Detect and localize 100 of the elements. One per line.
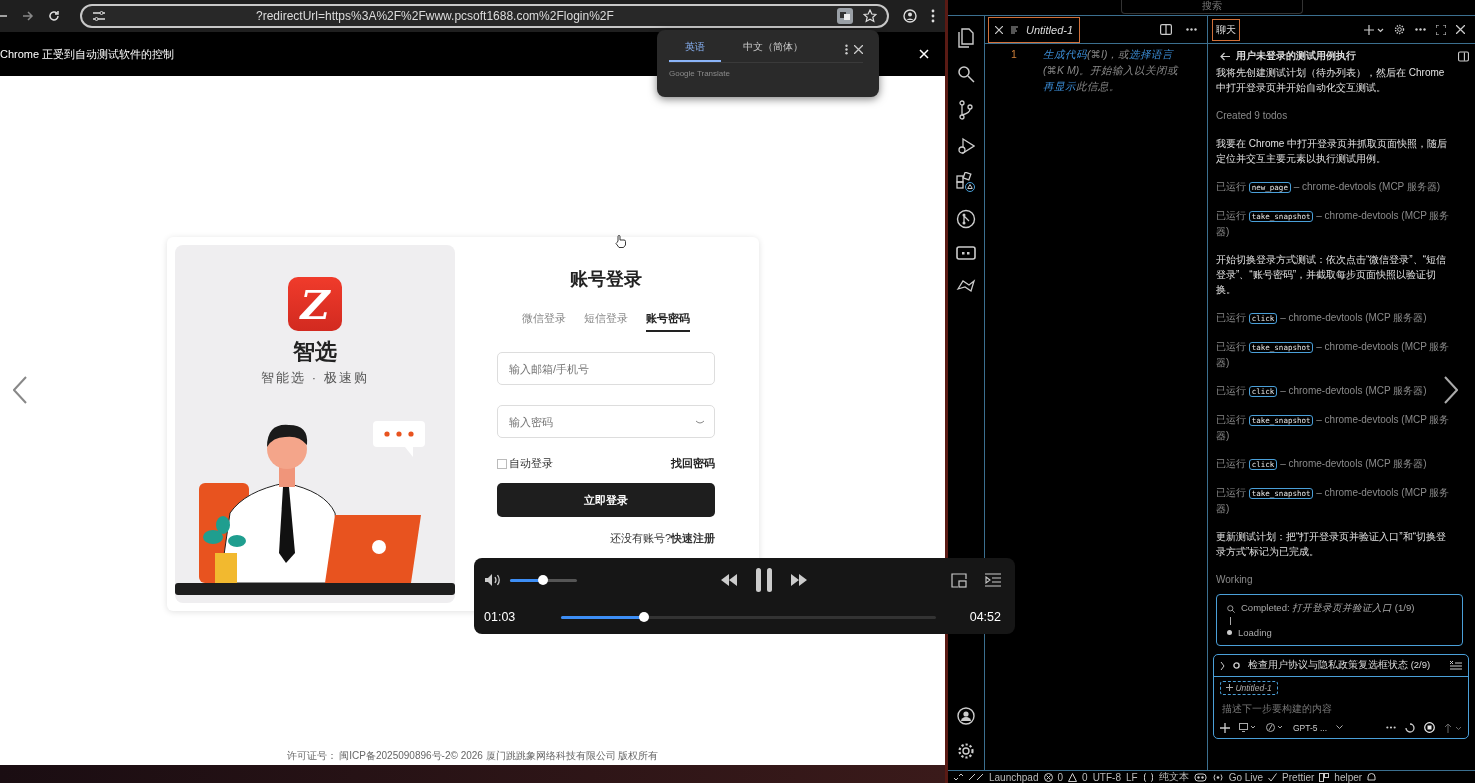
email-field[interactable]: 输入邮箱/手机号 xyxy=(497,352,715,385)
close-icon[interactable] xyxy=(1456,25,1465,34)
agent-mode-icon[interactable] xyxy=(1266,723,1284,732)
error-icon[interactable] xyxy=(1043,772,1053,782)
rewind-icon[interactable] xyxy=(721,574,737,586)
login-tab[interactable]: 账号密码 xyxy=(646,311,690,332)
automation-notice: Chrome 正受到自动测试软件的控制 xyxy=(0,46,175,62)
launchpad-status[interactable]: Launchpad xyxy=(989,771,1039,783)
chevron-down-icon[interactable] xyxy=(1336,725,1343,730)
plus-icon[interactable] xyxy=(1226,684,1233,691)
search-icon xyxy=(1227,604,1235,613)
elapsed-time: 01:03 xyxy=(484,610,516,624)
chat-input[interactable]: 描述下一步要构建的内容 xyxy=(1220,701,1466,716)
line-number: 1 xyxy=(1010,48,1018,62)
settings-icon[interactable] xyxy=(1394,24,1405,35)
clear-list-icon[interactable] xyxy=(1450,660,1462,671)
send-icon[interactable] xyxy=(1444,722,1462,733)
split-editor-icon[interactable] xyxy=(1160,24,1172,35)
context-chip[interactable]: Untitled-1 xyxy=(1220,681,1278,695)
copilot-icon[interactable] xyxy=(1193,772,1207,782)
close-icon[interactable] xyxy=(995,25,1003,34)
login-tab[interactable]: 短信登录 xyxy=(584,311,628,332)
model-picker[interactable]: GPT-5 ... xyxy=(1293,722,1327,733)
login-button[interactable]: 立即登录 xyxy=(497,483,715,517)
error-count[interactable]: 0 xyxy=(1057,771,1064,783)
encoding-status[interactable]: UTF-8 xyxy=(1092,771,1121,783)
circle-icon xyxy=(1233,662,1240,669)
editor-tab[interactable]: Untitled-1 xyxy=(988,16,1081,43)
file-lines-icon xyxy=(1011,25,1018,34)
site-settings-icon[interactable] xyxy=(92,10,106,22)
add-icon[interactable] xyxy=(1220,722,1230,733)
source-control-icon[interactable] xyxy=(958,100,974,120)
copyright-footer: 许可证号： 闽ICP备2025090896号-2© 2026 厦门跳跳象网络科技有限公司 版权所有 xyxy=(0,749,945,763)
more-icon[interactable] xyxy=(1186,28,1197,31)
warning-count[interactable]: 0 xyxy=(1082,771,1088,783)
register-link[interactable]: 快速注册 xyxy=(671,532,715,544)
files-icon[interactable] xyxy=(957,28,975,48)
star-icon[interactable] xyxy=(863,9,877,23)
command-search-field[interactable]: 搜索 xyxy=(1120,0,1303,14)
translate-icon[interactable] xyxy=(837,8,853,24)
reload-icon[interactable] xyxy=(48,10,60,22)
forgot-password-link[interactable]: 找回密码 xyxy=(671,456,715,471)
prettier-status[interactable]: Prettier xyxy=(1282,771,1315,783)
account-status[interactable]: helper xyxy=(1334,771,1363,783)
password-field[interactable]: 输入密码 xyxy=(497,405,715,438)
go-live-status[interactable]: Go Live xyxy=(1228,771,1264,783)
profile-icon[interactable] xyxy=(903,9,917,23)
new-chat-icon[interactable] xyxy=(1364,24,1384,35)
login-tab[interactable]: 微信登录 xyxy=(522,311,566,332)
hint-link[interactable]: 选择语言 xyxy=(1129,48,1174,60)
maximize-icon[interactable] xyxy=(1436,24,1446,35)
more-icon[interactable] xyxy=(1386,726,1396,729)
settings-icon[interactable] xyxy=(957,742,975,760)
chat-message: 我将先创建测试计划（待办列表），然后在 Chrome 中打开登录页并开始自动化交互测试。 xyxy=(1216,66,1446,95)
checkbox[interactable] xyxy=(497,458,507,469)
chat-tab[interactable]: 聊天 xyxy=(1212,18,1240,41)
hint-text: (⌘K M)。开始输入以关闭或 xyxy=(1043,64,1179,76)
check-icon[interactable] xyxy=(1268,772,1278,782)
forward-icon[interactable] xyxy=(22,10,34,22)
volume-slider[interactable] xyxy=(510,578,577,582)
remote-explorer-icon[interactable] xyxy=(956,246,976,260)
pause-icon[interactable] xyxy=(755,568,773,592)
extensions-icon[interactable] xyxy=(956,172,976,192)
more-icon[interactable] xyxy=(845,43,848,55)
fast-forward-icon[interactable] xyxy=(791,574,807,586)
previous-slide-icon[interactable] xyxy=(13,376,27,404)
picture-in-picture-icon[interactable] xyxy=(951,572,967,588)
completed-step: Completed: 打开登录页并验证入口 (1/9) xyxy=(1241,602,1415,615)
run-debug-icon[interactable] xyxy=(957,137,975,155)
close-icon[interactable] xyxy=(854,44,863,54)
checkbox-label[interactable]: 自动登录 xyxy=(509,456,553,471)
git-graph-icon[interactable] xyxy=(956,209,976,229)
language-status[interactable]: 纯文本 xyxy=(1158,770,1189,783)
more-icon[interactable] xyxy=(1415,28,1426,31)
monitor-icon[interactable] xyxy=(1239,723,1257,732)
stop-icon[interactable] xyxy=(1424,722,1435,733)
more-icon[interactable] xyxy=(931,9,935,23)
hint-text: (⌘I)，或 xyxy=(1087,48,1130,60)
language-tab[interactable]: 中文（简体） xyxy=(733,36,813,62)
language-tab[interactable]: 英语 xyxy=(669,36,721,62)
eye-closed-icon[interactable] xyxy=(695,420,705,425)
provider-label: Google Translate xyxy=(669,69,731,78)
address-bar[interactable]: ?redirectUrl=https%3A%2F%2Fwww.pcsoft1688.com%2Flogin%2F xyxy=(80,4,889,28)
back-arrow-icon[interactable] xyxy=(1220,51,1230,61)
warning-icon[interactable] xyxy=(1068,772,1078,782)
login-title: 账号登录 xyxy=(569,268,643,291)
hint-link[interactable]: 再显示 xyxy=(1043,80,1076,92)
chevron-right-icon[interactable] xyxy=(1220,661,1225,670)
chapters-icon[interactable] xyxy=(985,573,1001,587)
search-icon[interactable] xyxy=(957,65,975,83)
panel-toggle-icon[interactable] xyxy=(1458,50,1469,62)
broadcast-icon[interactable] xyxy=(1211,772,1224,782)
hint-link[interactable]: 生成代码 xyxy=(1043,48,1087,60)
volume-icon[interactable] xyxy=(484,573,502,587)
next-slide-icon[interactable] xyxy=(1444,376,1458,404)
braces-icon[interactable] xyxy=(1142,772,1154,782)
register-prompt: 还没有账号? xyxy=(609,532,671,544)
remote-icon[interactable] xyxy=(954,773,963,781)
line-ending-status[interactable]: LF xyxy=(1125,771,1138,783)
bell-icon[interactable] xyxy=(1367,772,1377,782)
